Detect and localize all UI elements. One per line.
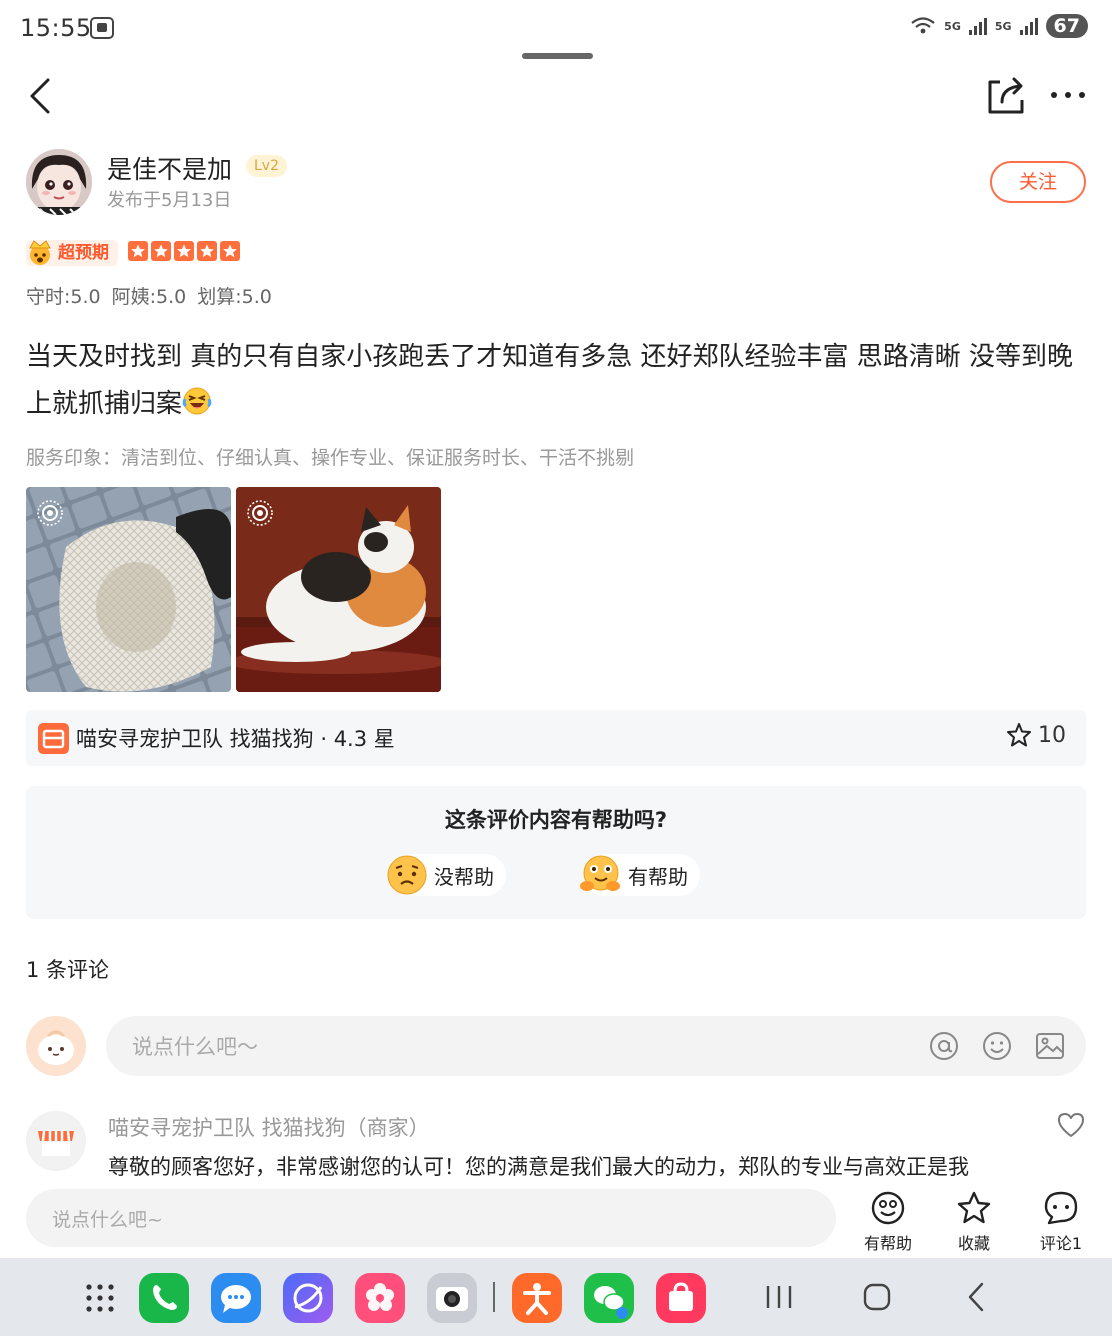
bottom-input-placeholder: 说点什么吧~ xyxy=(52,1209,163,1231)
messages-app-icon[interactable] xyxy=(211,1273,261,1323)
battery-level: 67 xyxy=(1045,14,1088,38)
emoji-smile-icon[interactable] xyxy=(981,1030,1013,1062)
home-icon[interactable] xyxy=(861,1280,893,1314)
score-value: 划算:5.0 xyxy=(197,286,272,308)
network-label-1: 5G xyxy=(944,19,961,33)
follow-button[interactable]: 关注 xyxy=(990,161,1086,203)
recent-apps-icon[interactable] xyxy=(764,1280,794,1314)
comment-count: 1 条评论 xyxy=(26,958,110,982)
chevron-left-icon xyxy=(30,78,50,114)
helpful-button[interactable]: 有帮助 xyxy=(580,854,700,896)
network-label-2: 5G xyxy=(994,19,1012,33)
rating-star-icon xyxy=(128,241,148,261)
camera-app-icon[interactable] xyxy=(427,1273,477,1323)
shopping-app-icon[interactable] xyxy=(656,1273,706,1323)
sub-scores: 守时:5.0 阿姨:5.0 划算:5.0 xyxy=(26,282,272,309)
shop-favorite-count: 10 xyxy=(1038,722,1066,748)
my-avatar xyxy=(26,1016,86,1076)
back-button[interactable] xyxy=(26,76,62,116)
system-back-icon[interactable] xyxy=(962,1280,990,1314)
rating-star-icon xyxy=(174,241,194,261)
shop-store-icon xyxy=(42,729,65,749)
image-picker-icon[interactable] xyxy=(1034,1030,1066,1062)
signal-bars-1-icon xyxy=(968,17,987,35)
bottom-comment-label: 评论1 xyxy=(1039,1234,1083,1253)
heart-like-icon[interactable] xyxy=(1056,1111,1086,1139)
rating-star-icon xyxy=(220,241,240,261)
system-dock xyxy=(0,1258,1112,1336)
merchant-reply-name[interactable]: 喵安寻宠护卫队 找猫找狗（商家） xyxy=(108,1112,430,1142)
bun-mascot-avatar-icon xyxy=(26,1016,86,1076)
live-photo-icon xyxy=(247,500,273,526)
app-drawer-icon[interactable] xyxy=(84,1282,116,1314)
service-impression: 服务印象：清洁到位、仔细认真、操作专业、保证服务时长、干活不挑剔 xyxy=(26,447,635,469)
status-indicators: 5G 5G 67 xyxy=(910,14,1088,38)
score-punctual: 守时:5.0 xyxy=(26,286,101,308)
bottom-comment-input[interactable]: 说点什么吧~ xyxy=(26,1189,836,1247)
not-helpful-label: 没帮助 xyxy=(434,864,494,889)
chat-bubble-icon xyxy=(1044,1191,1078,1225)
comment-input[interactable]: 说点什么吧～ xyxy=(106,1016,1086,1076)
store-awning-icon xyxy=(26,1111,86,1171)
shop-card[interactable]: 喵安寻宠护卫队 找猫找狗 · 4.3 星 10 xyxy=(26,710,1086,766)
hugging-face-icon xyxy=(580,855,620,891)
worried-face-icon xyxy=(387,855,427,895)
wechat-app-icon[interactable] xyxy=(584,1273,634,1323)
helpful-question: 这条评价内容有帮助吗? xyxy=(444,808,668,832)
more-dots-icon xyxy=(1051,92,1085,98)
wifi-icon xyxy=(911,17,935,34)
review-photo-1[interactable] xyxy=(26,487,231,692)
review-photo-2[interactable] xyxy=(236,487,441,692)
merchant-avatar[interactable] xyxy=(26,1111,86,1171)
phone-app-icon[interactable] xyxy=(139,1273,189,1323)
dock-separator xyxy=(493,1282,495,1312)
comment-input-placeholder: 说点什么吧～ xyxy=(132,1035,258,1059)
star-outline-icon xyxy=(1007,723,1031,747)
anime-girl-avatar-icon xyxy=(26,149,92,215)
shop-name: 喵安寻宠护卫队 找猫找狗 · 4.3 星 xyxy=(76,727,395,751)
live-photo-icon xyxy=(37,500,63,526)
helpful-prompt: 这条评价内容有帮助吗? 没帮助 有帮助 xyxy=(26,786,1086,919)
bottom-helpful-label: 有帮助 xyxy=(863,1234,912,1253)
gallery-app-icon[interactable] xyxy=(355,1273,405,1323)
shop-icon xyxy=(38,723,69,754)
rating-star-icon xyxy=(151,241,171,261)
drag-handle[interactable] xyxy=(522,53,593,59)
not-helpful-button[interactable]: 没帮助 xyxy=(387,854,506,896)
post-date: 发布于5月13日 xyxy=(107,190,232,211)
crown-emoji-icon xyxy=(29,240,51,265)
at-mention-icon[interactable] xyxy=(928,1030,960,1062)
meituan-app-icon[interactable] xyxy=(512,1273,562,1323)
share-icon xyxy=(988,77,1024,114)
review-body: 当天及时找到 真的只有自家小孩跑丢了才知道有多急 还好郑队经验丰富 思路清晰 没… xyxy=(26,334,1088,428)
rating-star-icon xyxy=(197,241,217,261)
helpful-face-icon xyxy=(871,1191,905,1225)
level-badge: Lv2 xyxy=(246,155,287,177)
helpful-label: 有帮助 xyxy=(628,864,688,889)
author-name[interactable]: 是佳不是加 xyxy=(107,150,232,186)
bottom-helpful-button[interactable]: 有帮助 xyxy=(853,1190,923,1254)
laughing-tears-emoji-icon xyxy=(182,387,212,415)
author-avatar[interactable] xyxy=(26,149,92,215)
signal-bars-2-icon xyxy=(1019,17,1038,35)
internet-browser-app-icon[interactable] xyxy=(283,1273,333,1323)
shop-favorite-button[interactable]: 10 xyxy=(1006,722,1066,748)
star-outline-icon xyxy=(957,1191,991,1224)
screenshot-icon xyxy=(90,17,114,39)
more-button[interactable] xyxy=(1048,80,1088,110)
status-time: 15:55 xyxy=(20,14,92,42)
star-rating xyxy=(128,241,240,261)
merchant-reply-text: 尊敬的顾客您好，非常感谢您的认可！您的满意是我们最大的动力，郑队的专业与高效正是… xyxy=(108,1155,969,1179)
bottom-comment-button[interactable]: 评论1 xyxy=(1026,1190,1096,1254)
bottom-collect-label: 收藏 xyxy=(957,1234,990,1253)
share-button[interactable] xyxy=(984,74,1028,118)
bottom-collect-button[interactable]: 收藏 xyxy=(939,1190,1009,1254)
score-worker: 阿姨:5.0 xyxy=(111,286,187,308)
